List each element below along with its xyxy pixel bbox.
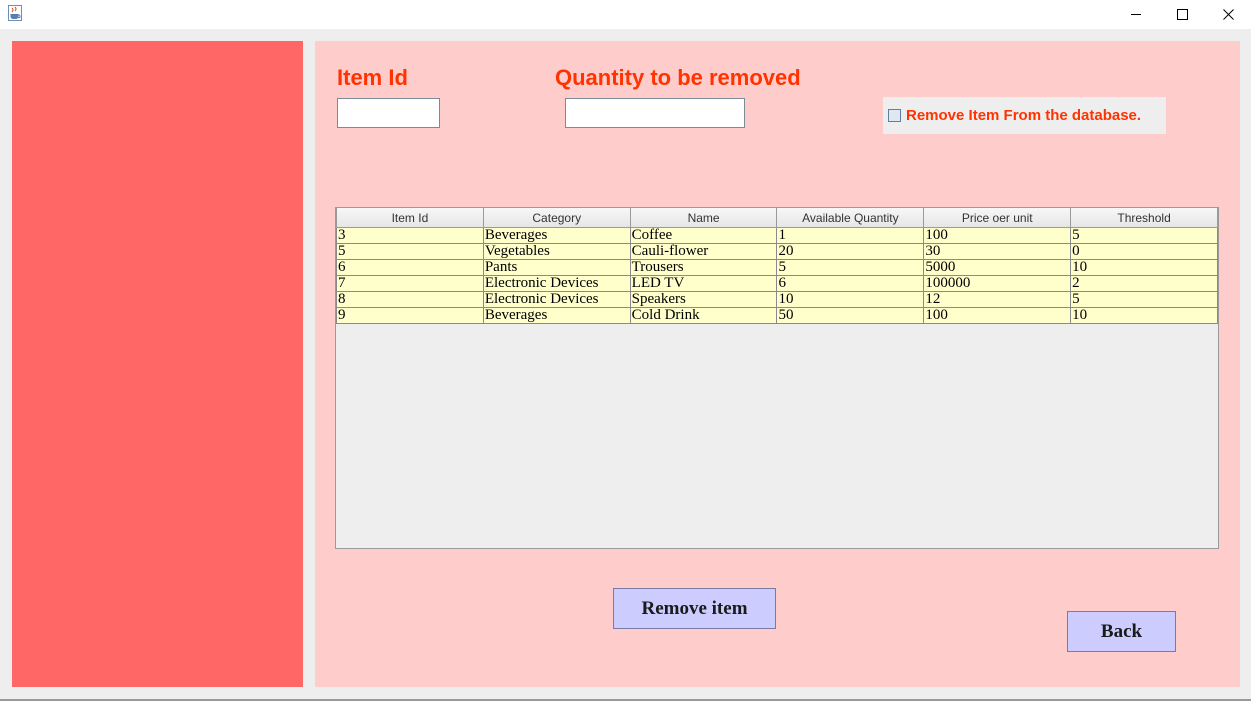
back-button[interactable]: Back [1067,611,1176,652]
remove-from-database-checkbox[interactable]: Remove Item From the database. [883,97,1166,134]
quantity-label: Quantity to be removed [555,65,801,90]
column-header-available-quantity[interactable]: Available Quantity [776,208,925,228]
left-side-panel [12,41,303,687]
maximize-button[interactable] [1159,0,1205,29]
table-cell[interactable]: 5000 [923,259,1072,276]
minimize-button[interactable] [1113,0,1159,29]
table-row[interactable]: 3 Beverages Coffee 1 100 5 [336,227,1218,244]
table-cell[interactable]: 6 [336,259,484,276]
table-cell[interactable]: 1 [776,227,925,244]
table-cell[interactable]: Cold Drink [629,307,778,324]
table-row[interactable]: 6 Pants Trousers 5 5000 10 [336,259,1218,276]
table-header-row: Item Id Category Name Available Quantity… [336,208,1218,228]
table-cell[interactable]: 6 [776,275,925,292]
table-cell[interactable]: 12 [923,291,1072,308]
table-cell[interactable]: 5 [1070,227,1218,244]
minimize-icon [1130,14,1141,15]
table-cell[interactable]: 100 [923,227,1072,244]
items-table-grid: Item Id Category Name Available Quantity… [336,208,1218,324]
table-cell[interactable]: 20 [776,243,925,260]
table-cell[interactable]: Beverages [482,307,631,324]
table-row[interactable]: 8 Electronic Devices Speakers 10 12 5 [336,291,1218,308]
table-cell[interactable]: 5 [776,259,925,276]
column-header-item-id[interactable]: Item Id [336,208,484,228]
table-cell[interactable]: 7 [336,275,484,292]
table-row[interactable]: 9 Beverages Cold Drink 50 100 10 [336,307,1218,324]
table-cell[interactable]: 10 [776,291,925,308]
column-header-category[interactable]: Category [482,208,631,228]
table-cell[interactable]: 2 [1070,275,1218,292]
remove-item-button[interactable]: Remove item [613,588,776,629]
table-cell[interactable]: 50 [776,307,925,324]
table-cell[interactable]: Beverages [482,227,631,244]
table-cell[interactable]: 10 [1070,307,1218,324]
table-row[interactable]: 7 Electronic Devices LED TV 6 100000 2 [336,275,1218,292]
title-bar [0,0,1251,29]
table-cell[interactable]: 100000 [923,275,1072,292]
table-cell[interactable]: 100 [923,307,1072,324]
table-cell[interactable]: 3 [336,227,484,244]
table-cell[interactable]: Pants [482,259,631,276]
table-cell[interactable]: Electronic Devices [482,291,631,308]
items-table[interactable]: Item Id Category Name Available Quantity… [335,207,1219,549]
table-cell[interactable]: LED TV [629,275,778,292]
quantity-input[interactable] [565,98,745,128]
item-id-label: Item Id [337,65,408,90]
table-cell[interactable]: Electronic Devices [482,275,631,292]
table-cell[interactable]: 5 [336,243,484,260]
remove-from-database-label: Remove Item From the database. [906,107,1142,124]
table-cell[interactable]: Cauli-flower [629,243,778,260]
column-header-name[interactable]: Name [629,208,778,228]
table-cell[interactable]: Vegetables [482,243,631,260]
table-cell[interactable]: 5 [1070,291,1218,308]
table-cell[interactable]: 0 [1070,243,1218,260]
checkbox-box[interactable] [888,109,901,122]
column-header-price[interactable]: Price oer unit [923,208,1072,228]
close-icon [1222,9,1234,20]
close-button[interactable] [1205,0,1251,29]
column-header-threshold[interactable]: Threshold [1070,208,1218,228]
table-cell[interactable]: 8 [336,291,484,308]
table-cell[interactable]: Speakers [629,291,778,308]
table-cell[interactable]: 30 [923,243,1072,260]
table-cell[interactable]: 10 [1070,259,1218,276]
table-row[interactable]: 5 Vegetables Cauli-flower 20 30 0 [336,243,1218,260]
java-coffee-icon [8,5,22,21]
maximize-icon [1176,9,1188,20]
table-cell[interactable]: 9 [336,307,484,324]
table-cell[interactable]: Coffee [629,227,778,244]
item-id-input[interactable] [337,98,440,128]
table-cell[interactable]: Trousers [629,259,778,276]
